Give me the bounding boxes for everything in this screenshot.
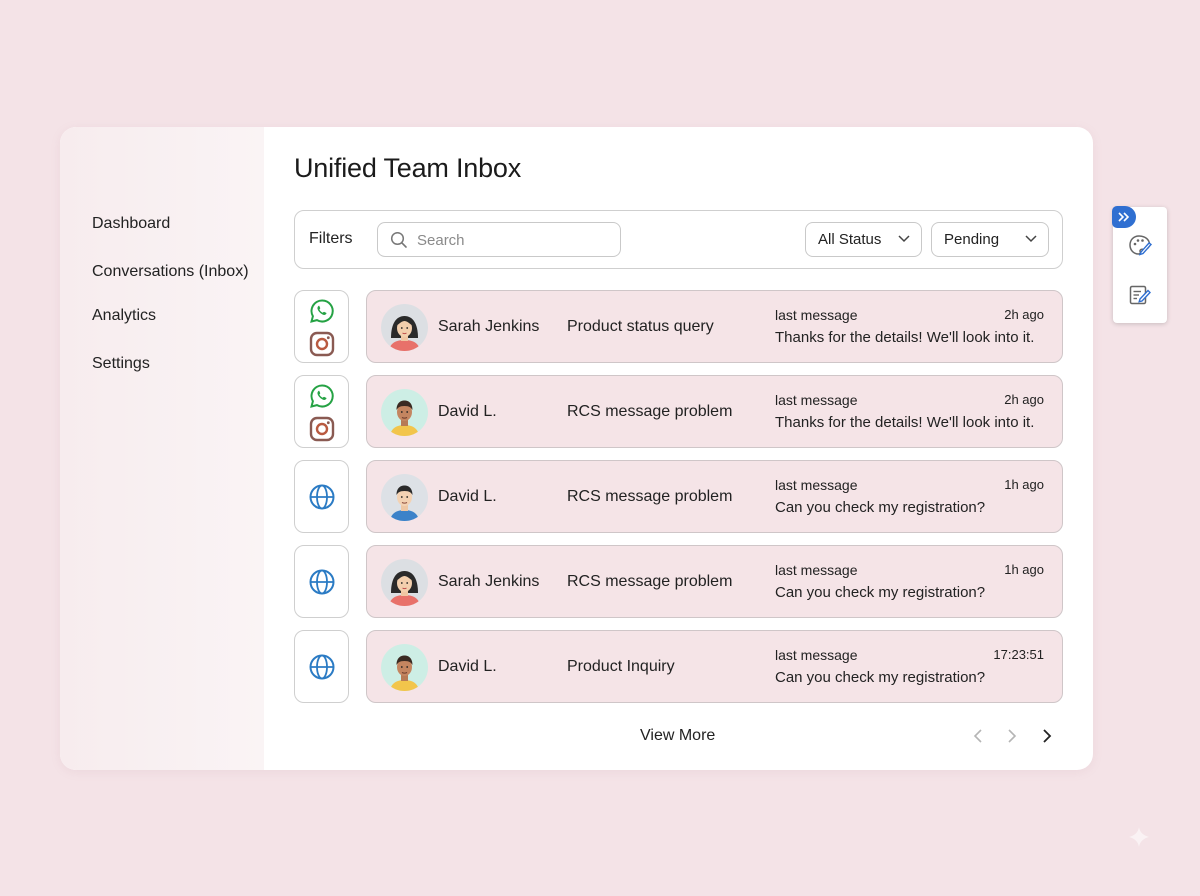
channel-badges	[294, 375, 349, 448]
whatsapp-icon	[310, 299, 334, 323]
conversation-card[interactable]: Sarah Jenkins RCS message problem last m…	[366, 545, 1063, 618]
filter-bar: Filters All Status Pending	[294, 210, 1063, 269]
sidebar: Dashboard Conversations (Inbox) Analytic…	[60, 127, 264, 770]
last-message-label: last message	[775, 647, 858, 663]
last-message-text: Can you check my registration?	[775, 499, 986, 516]
instagram-icon	[309, 331, 335, 357]
search-icon	[390, 231, 407, 248]
last-message-label: last message	[775, 562, 858, 578]
contact-name: Sarah Jenkins	[438, 318, 540, 335]
message-time: 1h ago	[1004, 477, 1044, 492]
chevron-down-icon	[898, 235, 910, 243]
contact-name: David L.	[438, 488, 497, 505]
sparkle-icon	[1129, 827, 1149, 847]
status-select[interactable]: All Status	[805, 222, 922, 257]
conversation-row[interactable]: David L. RCS message problem last messag…	[294, 460, 1063, 533]
edit-icon[interactable]	[1128, 283, 1152, 307]
conversation-row[interactable]: David L. Product Inquiry last message Ca…	[294, 630, 1063, 703]
globe-icon	[309, 654, 335, 680]
last-message-text: Can you check my registration?	[775, 669, 986, 686]
woman-avatar	[381, 304, 428, 351]
globe-icon	[309, 569, 335, 595]
chevron-down-icon	[1025, 235, 1037, 243]
filters-label: Filters	[309, 230, 353, 247]
conversation-card[interactable]: David L. RCS message problem last messag…	[366, 375, 1063, 448]
conversation-subject: RCS message problem	[567, 403, 733, 420]
expand-toolbar-button[interactable]	[1112, 206, 1136, 228]
sidebar-item-analytics[interactable]: Analytics	[92, 305, 262, 326]
woman-avatar	[381, 559, 428, 606]
state-select-value: Pending	[944, 231, 1000, 248]
status-select-value: All Status	[818, 231, 882, 248]
palette-icon[interactable]	[1127, 233, 1153, 259]
last-message-label: last message	[775, 307, 858, 323]
conversation-card[interactable]: David L. RCS message problem last messag…	[366, 460, 1063, 533]
state-select[interactable]: Pending	[931, 222, 1049, 257]
conversation-subject: RCS message problem	[567, 573, 733, 590]
contact-name: David L.	[438, 658, 497, 675]
man-avatar	[381, 644, 428, 691]
channel-badges	[294, 460, 349, 533]
page-title: Unified Team Inbox	[294, 153, 522, 183]
contact-name: Sarah Jenkins	[438, 573, 540, 590]
instagram-icon	[309, 416, 335, 442]
floating-toolbar	[1112, 206, 1167, 323]
channel-badges	[294, 290, 349, 363]
inbox-card: Dashboard Conversations (Inbox) Analytic…	[60, 127, 1093, 770]
double-chevron-right-icon	[1118, 212, 1130, 222]
last-message-text: Thanks for the details! We'll look into …	[775, 414, 1035, 431]
conversation-row[interactable]: Sarah Jenkins Product status query last …	[294, 290, 1063, 363]
chevron-left-icon[interactable]	[972, 728, 984, 744]
chevron-right-icon[interactable]	[1006, 728, 1018, 744]
conversation-subject: Product status query	[567, 318, 714, 335]
globe-icon	[309, 484, 335, 510]
conversation-row[interactable]: Sarah Jenkins RCS message problem last m…	[294, 545, 1063, 618]
message-time: 17:23:51	[993, 647, 1044, 662]
message-time: 2h ago	[1004, 307, 1044, 322]
conversation-card[interactable]: Sarah Jenkins Product status query last …	[366, 290, 1063, 363]
sidebar-item-conversations[interactable]: Conversations (Inbox)	[92, 261, 262, 282]
sidebar-item-dashboard[interactable]: Dashboard	[92, 213, 262, 234]
channel-badges	[294, 545, 349, 618]
channel-badges	[294, 630, 349, 703]
sidebar-item-settings[interactable]: Settings	[92, 353, 262, 374]
view-more-button[interactable]: View More	[640, 727, 715, 745]
message-time: 2h ago	[1004, 392, 1044, 407]
last-message-label: last message	[775, 477, 858, 493]
whatsapp-icon	[310, 384, 334, 408]
last-message-label: last message	[775, 392, 858, 408]
contact-name: David L.	[438, 403, 497, 420]
conversation-subject: RCS message problem	[567, 488, 733, 505]
man-avatar	[381, 474, 428, 521]
last-message-text: Thanks for the details! We'll look into …	[775, 329, 1035, 346]
conversation-subject: Product Inquiry	[567, 658, 675, 675]
last-message-text: Can you check my registration?	[775, 584, 986, 601]
search-input[interactable]	[417, 229, 607, 251]
conversation-list: Sarah Jenkins Product status query last …	[294, 290, 1063, 715]
search-box[interactable]	[377, 222, 621, 257]
conversation-card[interactable]: David L. Product Inquiry last message Ca…	[366, 630, 1063, 703]
chevron-right-icon[interactable]	[1041, 728, 1053, 744]
sidebar-nav: Dashboard Conversations (Inbox) Analytic…	[92, 213, 262, 401]
message-time: 1h ago	[1004, 562, 1044, 577]
conversation-row[interactable]: David L. RCS message problem last messag…	[294, 375, 1063, 448]
man-avatar	[381, 389, 428, 436]
